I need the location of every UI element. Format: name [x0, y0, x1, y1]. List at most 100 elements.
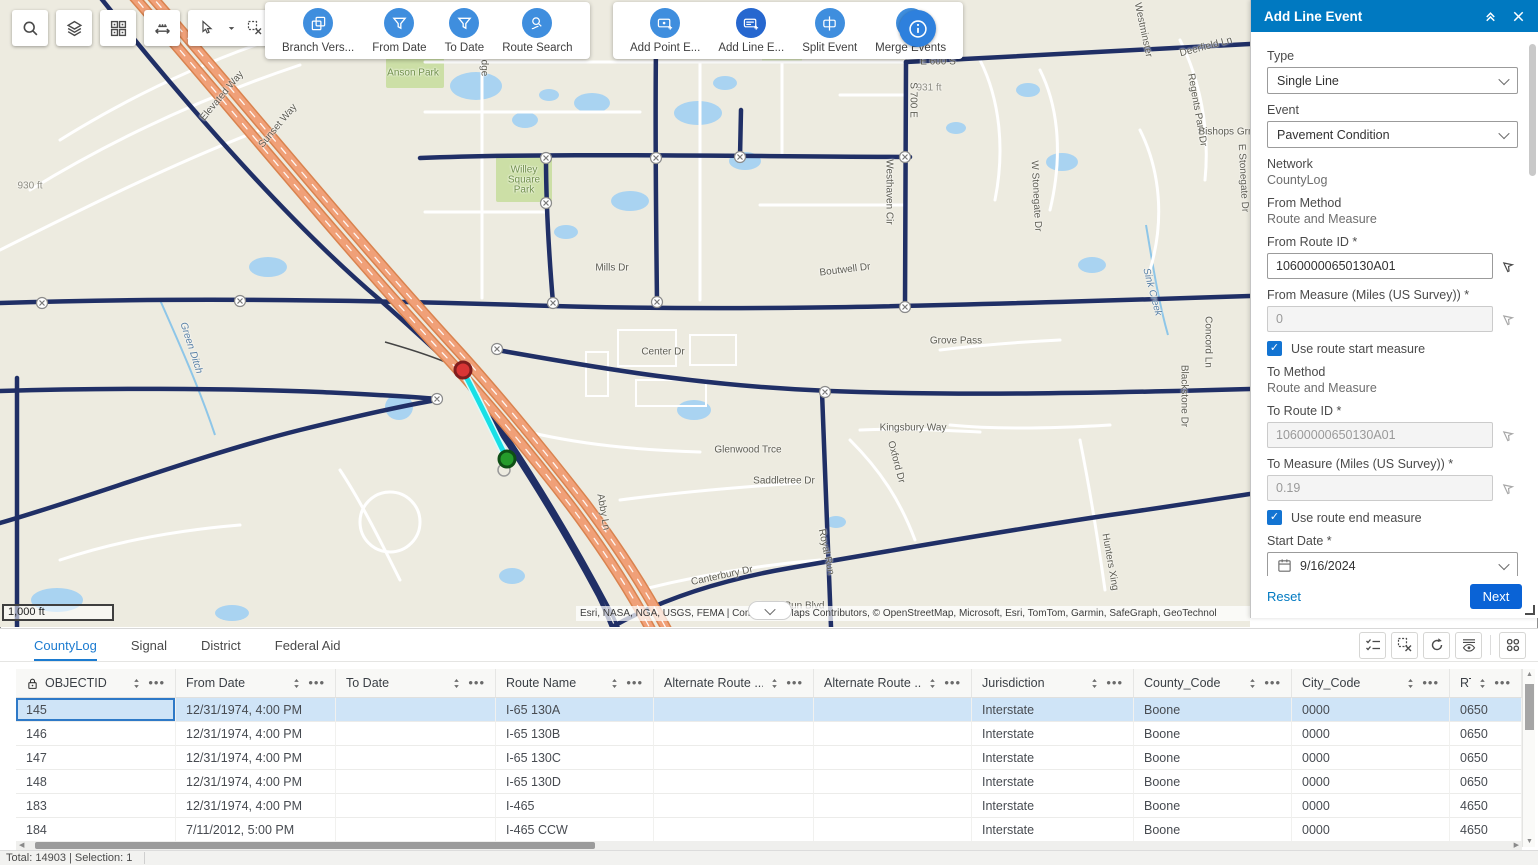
- collapse-panel-button[interactable]: [1480, 6, 1500, 26]
- clear-selection-button[interactable]: [247, 20, 263, 36]
- column-header[interactable]: Alternate Route ... •••: [814, 669, 972, 698]
- column-header[interactable]: City_Code •••: [1292, 669, 1450, 698]
- panel-resize-handle[interactable]: [1525, 605, 1535, 615]
- sort-icon[interactable]: [451, 677, 462, 690]
- use-route-start-measure-checkbox[interactable]: ✓ Use route start measure: [1267, 341, 1518, 356]
- table-tab-bar: CountyLog Signal District Federal Aid: [0, 629, 1538, 662]
- selection-tool-group: [188, 10, 274, 46]
- map-canvas[interactable]: Elevated WaySunset WayAnson ParkWilleySq…: [0, 0, 1250, 627]
- tab[interactable]: Federal Aid: [275, 629, 341, 661]
- sort-icon[interactable]: [927, 677, 938, 690]
- tab[interactable]: District: [201, 629, 241, 661]
- column-header[interactable]: Jurisdiction •••: [972, 669, 1134, 698]
- show-selected-records-button[interactable]: [1359, 632, 1386, 659]
- column-header[interactable]: To Date •••: [336, 669, 496, 698]
- tool-button[interactable]: Branch Vers...: [273, 8, 363, 54]
- column-menu-icon[interactable]: •••: [1422, 680, 1439, 686]
- table-row[interactable]: 146 12/31/1974, 4:00 PM I-65 130B Inters…: [16, 722, 1522, 746]
- field-visibility-button[interactable]: [1455, 632, 1482, 659]
- tool-button[interactable]: To Date: [436, 8, 494, 54]
- table-row[interactable]: 184 7/11/2012, 5:00 PM I-465 CCW Interst…: [16, 818, 1522, 842]
- column-menu-icon[interactable]: •••: [1106, 680, 1123, 686]
- close-panel-button[interactable]: [1508, 6, 1528, 26]
- clear-table-selection-button[interactable]: [1391, 632, 1418, 659]
- panel-scrollbar[interactable]: [1529, 38, 1536, 590]
- table-horizontal-scrollbar[interactable]: ◀ ▶: [16, 841, 1522, 850]
- event-select[interactable]: Pavement Condition: [1267, 121, 1518, 148]
- split-icon: [815, 8, 845, 38]
- tab[interactable]: CountyLog: [34, 629, 97, 661]
- table-options-button[interactable]: [1499, 632, 1526, 659]
- use-route-end-measure-checkbox[interactable]: ✓ Use route end measure: [1267, 510, 1518, 525]
- column-menu-icon[interactable]: •••: [468, 680, 485, 686]
- pick-from-route-button[interactable]: [1500, 257, 1518, 275]
- reset-button[interactable]: Reset: [1267, 589, 1301, 604]
- tool-button[interactable]: Add Line E...: [709, 8, 793, 54]
- sort-icon[interactable]: [769, 677, 780, 690]
- sort-icon[interactable]: [609, 677, 620, 690]
- sort-icon[interactable]: [131, 677, 142, 690]
- filter-icon: [449, 8, 479, 38]
- column-header[interactable]: OBJECTID •••: [16, 669, 176, 698]
- caret-down-icon[interactable]: [226, 23, 237, 34]
- to-method-value: Route and Measure: [1267, 381, 1518, 395]
- column-header[interactable]: Alternate Route ... •••: [654, 669, 814, 698]
- attribute-table-section: CountyLog Signal District Federal Aid OBJEC…: [0, 628, 1538, 865]
- column-menu-icon[interactable]: •••: [786, 680, 803, 686]
- tool-button[interactable]: Route Search: [493, 8, 581, 54]
- search-button[interactable]: [12, 10, 48, 46]
- column-menu-icon[interactable]: •••: [308, 680, 325, 686]
- start-date-picker[interactable]: 9/16/2024: [1267, 552, 1518, 576]
- pick-to-measure-button[interactable]: [1500, 479, 1518, 497]
- column-menu-icon[interactable]: •••: [1264, 680, 1281, 686]
- basemap-button[interactable]: [100, 10, 136, 46]
- column-menu-icon[interactable]: •••: [944, 680, 961, 686]
- pick-to-route-button[interactable]: [1500, 426, 1518, 444]
- sort-icon[interactable]: [1405, 677, 1416, 690]
- table-row[interactable]: 147 12/31/1974, 4:00 PM I-65 130C Inters…: [16, 746, 1522, 770]
- search-icon: [22, 20, 39, 37]
- sort-icon[interactable]: [1247, 677, 1258, 690]
- layers-button[interactable]: [56, 10, 92, 46]
- column-header[interactable]: From Date •••: [176, 669, 336, 698]
- table-status-bar: Total: 14903 | Selection: 1: [0, 850, 1538, 865]
- checklist-icon: [1365, 637, 1381, 653]
- table-vertical-scrollbar[interactable]: ▲ ▼: [1522, 669, 1535, 847]
- tab[interactable]: Signal: [131, 629, 167, 661]
- table-body: 145 12/31/1974, 4:00 PM I-65 130A Inters…: [16, 698, 1522, 842]
- divider: [1490, 635, 1491, 655]
- type-select[interactable]: Single Line: [1267, 67, 1518, 94]
- table-row[interactable]: 145 12/31/1974, 4:00 PM I-65 130A Inters…: [16, 698, 1522, 722]
- from-measure-input[interactable]: [1267, 306, 1493, 332]
- app-window: Elevated WaySunset WayAnson ParkWilleySq…: [0, 0, 1538, 865]
- from-method-value: Route and Measure: [1267, 212, 1518, 226]
- next-button[interactable]: Next: [1470, 584, 1522, 609]
- to-measure-input[interactable]: [1267, 475, 1493, 501]
- attribution-collapse-button[interactable]: [748, 601, 792, 620]
- pick-from-measure-button[interactable]: [1500, 310, 1518, 328]
- tool-button[interactable]: From Date: [363, 8, 435, 54]
- branch-icon: [303, 8, 333, 38]
- column-menu-icon[interactable]: •••: [1494, 680, 1511, 686]
- eye-icon: [1461, 637, 1477, 653]
- table-row[interactable]: 183 12/31/1974, 4:00 PM I-465 Interstate…: [16, 794, 1522, 818]
- column-menu-icon[interactable]: •••: [148, 680, 165, 686]
- column-header[interactable]: County_Code •••: [1134, 669, 1292, 698]
- measure-button[interactable]: [144, 10, 180, 46]
- table-row[interactable]: 148 12/31/1974, 4:00 PM I-65 130D Inters…: [16, 770, 1522, 794]
- column-header[interactable]: RTEL •••: [1450, 669, 1522, 698]
- calendar-icon: [1277, 558, 1292, 573]
- sort-icon[interactable]: [1089, 677, 1100, 690]
- tool-button[interactable]: Add Point E...: [621, 8, 709, 54]
- column-header[interactable]: Route Name •••: [496, 669, 654, 698]
- select-tool-button[interactable]: [199, 20, 215, 36]
- to-route-id-input[interactable]: [1267, 422, 1493, 448]
- info-button[interactable]: [899, 10, 936, 47]
- table-header-row: OBJECTID ••• From Date ••• To Date •••: [16, 669, 1522, 698]
- sort-icon[interactable]: [1477, 677, 1488, 690]
- sort-icon[interactable]: [291, 677, 302, 690]
- tool-button[interactable]: Split Event: [793, 8, 866, 54]
- from-route-id-input[interactable]: [1267, 253, 1493, 279]
- refresh-table-button[interactable]: [1423, 632, 1450, 659]
- column-menu-icon[interactable]: •••: [626, 680, 643, 686]
